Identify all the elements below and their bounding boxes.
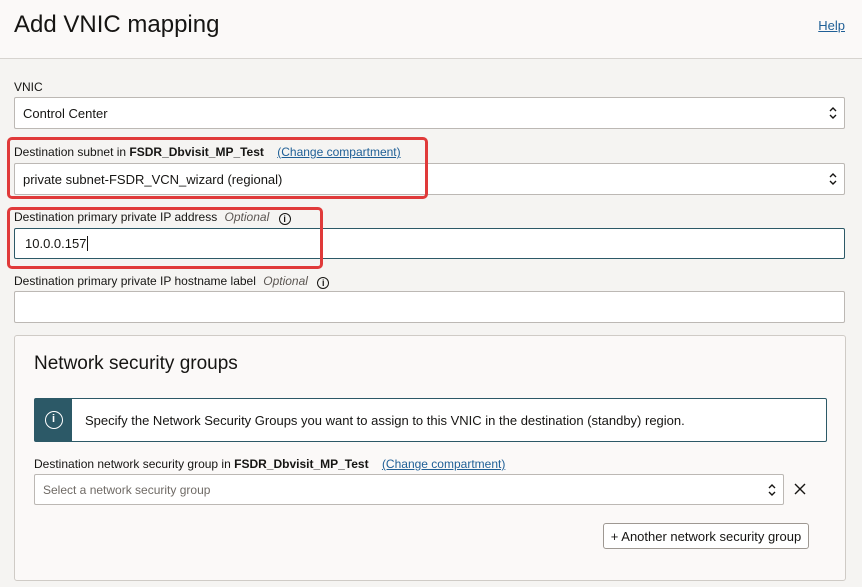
dest-ip-input[interactable]: 10.0.0.157 xyxy=(14,228,845,259)
chevron-updown-icon xyxy=(829,173,837,185)
add-another-nsg-button[interactable]: + Another network security group xyxy=(603,523,809,549)
dest-hostname-label: Destination primary private IP hostname … xyxy=(14,274,330,289)
nsg-select[interactable]: Select a network security group xyxy=(34,474,784,505)
vnic-label: VNIC xyxy=(14,80,43,94)
nsg-info-message: Specify the Network Security Groups you … xyxy=(85,413,685,428)
nsg-panel-title: Network security groups xyxy=(34,353,238,374)
chevron-updown-icon xyxy=(829,107,837,119)
nsg-info-banner: i Specify the Network Security Groups yo… xyxy=(34,398,827,442)
vnic-select-value: Control Center xyxy=(23,105,108,121)
dest-subnet-label: Destination subnet in FSDR_Dbvisit_MP_Te… xyxy=(14,145,401,159)
dest-subnet-select-value: private subnet-FSDR_VCN_wizard (regional… xyxy=(23,171,283,187)
info-banner-icon-cell: i xyxy=(35,399,72,441)
chevron-updown-icon xyxy=(768,483,776,496)
dest-ip-label: Destination primary private IP address O… xyxy=(14,210,291,225)
dest-hostname-label-text: Destination primary private IP hostname … xyxy=(14,274,256,288)
dest-subnet-compartment: FSDR_Dbvisit_MP_Test xyxy=(129,145,264,159)
nsg-field-label-prefix: Destination network security group in xyxy=(34,457,231,471)
page-title: Add VNIC mapping xyxy=(14,11,220,38)
dest-ip-optional: Optional xyxy=(224,210,270,224)
form-content: VNIC Control Center Destination subnet i… xyxy=(0,59,862,587)
dest-subnet-label-prefix: Destination subnet in xyxy=(14,145,127,159)
dest-hostname-input[interactable] xyxy=(14,291,845,323)
vnic-select[interactable]: Control Center xyxy=(14,97,845,129)
nsg-compartment: FSDR_Dbvisit_MP_Test xyxy=(234,457,369,471)
text-caret xyxy=(87,236,89,251)
nsg-panel: Network security groups i Specify the Ne… xyxy=(14,335,846,581)
nsg-field-label: Destination network security group in FS… xyxy=(34,457,505,471)
info-icon[interactable]: i xyxy=(317,277,330,289)
dest-ip-label-text: Destination primary private IP address xyxy=(14,210,218,224)
dest-subnet-select[interactable]: private subnet-FSDR_VCN_wizard (regional… xyxy=(14,163,845,195)
page-header: Add VNIC mapping Help xyxy=(0,0,862,59)
dest-hostname-optional: Optional xyxy=(263,274,308,288)
info-icon: i xyxy=(44,411,63,429)
close-icon[interactable] xyxy=(793,482,807,496)
dest-subnet-change-compartment-link[interactable]: (Change compartment) xyxy=(277,145,400,159)
help-link[interactable]: Help xyxy=(818,18,845,33)
nsg-change-compartment-link[interactable]: (Change compartment) xyxy=(382,457,505,471)
nsg-select-placeholder: Select a network security group xyxy=(43,482,211,497)
dest-ip-input-value: 10.0.0.157 xyxy=(25,236,87,251)
info-icon[interactable]: i xyxy=(278,213,291,225)
